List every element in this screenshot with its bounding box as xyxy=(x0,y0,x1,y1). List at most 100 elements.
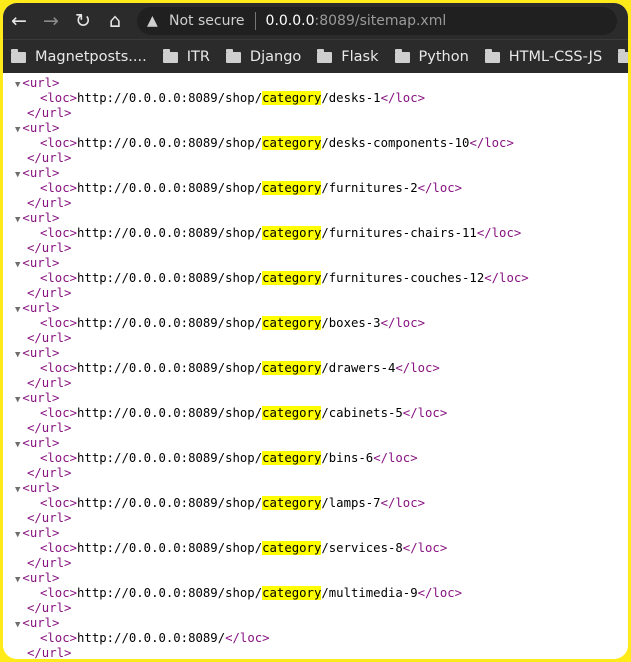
url-open-line: ▼ <url> xyxy=(15,256,59,271)
loc-url-prefix: http://0.0.0.0:8089/shop/ xyxy=(77,361,263,375)
search-highlight: category xyxy=(262,496,322,510)
folder-icon xyxy=(317,48,333,63)
loc-url-suffix: /lamps-7 xyxy=(321,496,381,510)
warning-icon[interactable]: ▲ xyxy=(147,13,163,29)
collapse-triangle-icon[interactable]: ▼ xyxy=(15,440,20,450)
search-highlight: category xyxy=(262,586,322,600)
loc-open-tag: <loc> xyxy=(40,496,78,510)
url-open-tag: <url> xyxy=(22,436,60,450)
search-highlight: category xyxy=(262,136,322,150)
url-close-line: </url> xyxy=(27,241,71,256)
url-open-line: ▼ <url> xyxy=(15,571,59,586)
collapse-triangle-icon[interactable]: ▼ xyxy=(15,215,20,225)
xml-sitemap-view: ▼ <url> <loc>http://0.0.0.0:8089/shop/cate… xyxy=(3,73,628,659)
url-close-tag: </url> xyxy=(27,106,72,120)
address-bar[interactable]: ▲ Not secure 0.0.0.0:8089/sitemap.xml xyxy=(137,7,617,35)
reload-icon[interactable]: ↻ xyxy=(69,7,97,35)
loc-open-tag: <loc> xyxy=(40,586,78,600)
loc-open-tag: <loc> xyxy=(40,361,78,375)
collapse-triangle-icon[interactable]: ▼ xyxy=(15,485,20,495)
loc-close-tag: </loc> xyxy=(417,181,463,195)
loc-line: <loc>http://0.0.0.0:8089/shop/category/b… xyxy=(40,451,418,466)
loc-line: <loc>http://0.0.0.0:8089/shop/category/d… xyxy=(40,91,425,106)
loc-line: <loc>http://0.0.0.0:8089/shop/category/d… xyxy=(40,136,514,151)
loc-open-tag: <loc> xyxy=(40,136,78,150)
loc-open-tag: <loc> xyxy=(40,181,78,195)
browser-window: ← → ↻ ⌂ ▲ Not secure 0.0.0.0:8089/sitema… xyxy=(3,3,628,659)
bookmark-python[interactable]: Python xyxy=(394,48,469,65)
url-close-line: </url> xyxy=(27,601,71,616)
url-open-line: ▼ <url> xyxy=(15,76,59,91)
bookmark-django[interactable]: Django xyxy=(225,48,301,65)
url-close-line: </url> xyxy=(27,106,71,121)
loc-open-tag: <loc> xyxy=(40,316,78,330)
loc-close-tag: </loc> xyxy=(225,631,270,645)
collapse-triangle-icon[interactable]: ▼ xyxy=(15,80,20,90)
bookmark-more[interactable] xyxy=(618,48,628,63)
loc-open-tag: <loc> xyxy=(40,91,78,105)
url-close-line: </url> xyxy=(27,646,71,659)
loc-line: <loc>http://0.0.0.0:8089/shop/category/s… xyxy=(40,541,447,556)
bookmark-itr[interactable]: ITR xyxy=(162,48,210,65)
bookmarks-bar: Magnetposts.... ITR Django Flask Python … xyxy=(3,39,628,74)
forward-icon[interactable]: → xyxy=(37,7,65,35)
loc-open-tag: <loc> xyxy=(40,631,78,645)
loc-line: <loc>http://0.0.0.0:8089/shop/category/l… xyxy=(40,496,425,511)
search-highlight: category xyxy=(262,226,322,240)
collapse-triangle-icon[interactable]: ▼ xyxy=(15,575,20,585)
loc-close-tag: </loc> xyxy=(469,136,514,150)
url-close-line: </url> xyxy=(27,556,71,571)
collapse-triangle-icon[interactable]: ▼ xyxy=(15,305,20,315)
search-highlight: category xyxy=(262,271,322,285)
url-open-line: ▼ <url> xyxy=(15,616,59,631)
loc-close-tag: </loc> xyxy=(380,316,426,330)
loc-close-tag: </loc> xyxy=(373,451,418,465)
url-close-line: </url> xyxy=(27,151,71,166)
loc-close-tag: </loc> xyxy=(402,406,448,420)
back-icon[interactable]: ← xyxy=(5,7,33,35)
loc-open-tag: <loc> xyxy=(40,541,78,555)
loc-line: <loc>http://0.0.0.0:8089/shop/category/f… xyxy=(40,181,462,196)
collapse-triangle-icon[interactable]: ▼ xyxy=(15,530,20,540)
loc-url-prefix: http://0.0.0.0:8089/shop/ xyxy=(77,181,263,195)
url-close-tag: </url> xyxy=(27,331,72,345)
bookmark-label: Magnetposts.... xyxy=(35,49,147,65)
url-close-line: </url> xyxy=(27,376,71,391)
bookmark-magnetposts[interactable]: Magnetposts.... xyxy=(11,48,147,65)
url-close-tag: </url> xyxy=(27,601,72,615)
security-label[interactable]: Not secure xyxy=(169,13,245,29)
url-close-line: </url> xyxy=(27,196,71,211)
search-highlight: category xyxy=(262,406,322,420)
url-open-tag: <url> xyxy=(22,526,60,540)
loc-url-prefix: http://0.0.0.0:8089/shop/ xyxy=(77,541,263,555)
url-open-tag: <url> xyxy=(22,481,60,495)
bookmark-html-css-js[interactable]: HTML-CSS-JS xyxy=(484,48,602,65)
url-close-tag: </url> xyxy=(27,466,72,480)
collapse-triangle-icon[interactable]: ▼ xyxy=(15,620,20,630)
url-open-line: ▼ <url> xyxy=(15,346,59,361)
collapse-triangle-icon[interactable]: ▼ xyxy=(15,350,20,360)
url-close-tag: </url> xyxy=(27,421,72,435)
url-close-tag: </url> xyxy=(27,286,72,300)
url-close-line: </url> xyxy=(27,421,71,436)
home-icon[interactable]: ⌂ xyxy=(101,7,129,35)
folder-icon xyxy=(11,48,26,63)
bookmark-label: Flask xyxy=(341,49,379,65)
loc-close-tag: </loc> xyxy=(484,271,529,285)
collapse-triangle-icon[interactable]: ▼ xyxy=(15,395,20,405)
url-open-line: ▼ <url> xyxy=(15,526,59,541)
collapse-triangle-icon[interactable]: ▼ xyxy=(15,260,20,270)
loc-open-tag: <loc> xyxy=(40,226,78,240)
loc-url-suffix: /furnitures-couches-12 xyxy=(321,271,485,285)
loc-line: <loc>http://0.0.0.0:8089/</loc> xyxy=(40,631,270,646)
collapse-triangle-icon[interactable]: ▼ xyxy=(15,170,20,180)
loc-url-suffix: /furnitures-chairs-11 xyxy=(321,226,477,240)
loc-url-suffix: /cabinets-5 xyxy=(321,406,403,420)
loc-url-suffix: /services-8 xyxy=(321,541,403,555)
bookmark-flask[interactable]: Flask xyxy=(317,48,379,65)
loc-url-prefix: http://0.0.0.0:8089/shop/ xyxy=(77,136,263,150)
folder-icon xyxy=(618,48,628,63)
collapse-triangle-icon[interactable]: ▼ xyxy=(15,125,20,135)
url-close-line: </url> xyxy=(27,286,71,301)
loc-url-suffix: /bins-6 xyxy=(321,451,374,465)
